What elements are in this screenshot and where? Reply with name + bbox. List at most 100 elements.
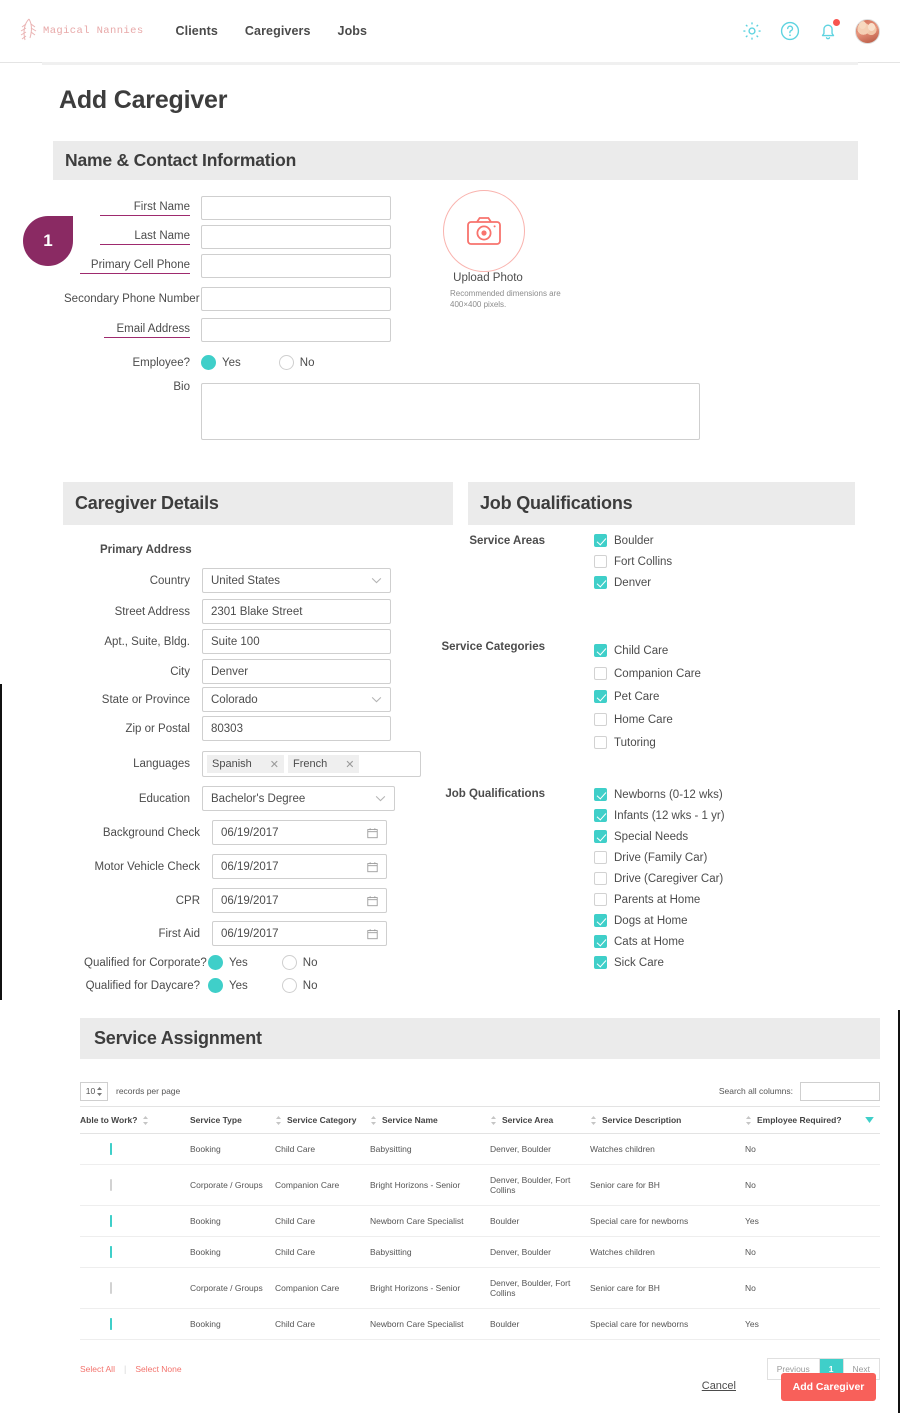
checkbox-newborns[interactable] (594, 788, 607, 801)
cell-able-to-work[interactable] (80, 1308, 190, 1340)
col-able-to-work[interactable]: Able to Work? (80, 1106, 190, 1134)
checkbox-tutoring[interactable] (594, 736, 607, 749)
table-row[interactable]: Booking Child Care Newborn Care Speciali… (80, 1308, 880, 1340)
checkbox-fort-collins[interactable] (594, 555, 607, 568)
gear-icon[interactable] (741, 20, 763, 42)
checkbox-item[interactable]: Home Care (594, 713, 701, 726)
background-check-date-input[interactable]: 06/19/2017 (212, 820, 387, 845)
primary-cell-phone-input[interactable] (201, 254, 391, 278)
checkbox-item[interactable]: Drive (Caregiver Car) (594, 872, 725, 885)
zip-or-postal-input[interactable]: 80303 (202, 716, 391, 741)
checkbox-item[interactable]: Drive (Family Car) (594, 851, 725, 864)
first-aid-date-input[interactable]: 06/19/2017 (212, 921, 387, 946)
checkbox-drive-family-car[interactable] (594, 851, 607, 864)
city-input[interactable]: Denver (202, 659, 391, 684)
checkbox-dogs-at-home[interactable] (594, 914, 607, 927)
checkbox-item[interactable]: Special Needs (594, 830, 725, 843)
cancel-button[interactable]: Cancel (702, 1380, 736, 1392)
row-checkbox[interactable] (110, 1282, 112, 1294)
table-row[interactable]: Booking Child Care Babysitting Denver, B… (80, 1133, 880, 1165)
checkbox-item[interactable]: Companion Care (594, 667, 701, 680)
first-name-input[interactable] (201, 196, 391, 220)
qualified-daycare-radio-no[interactable]: No (281, 978, 317, 993)
checkbox-item[interactable]: Tutoring (594, 736, 701, 749)
checkbox-companion-care[interactable] (594, 667, 607, 680)
apt-suite-bldg-input[interactable]: Suite 100 (202, 629, 391, 654)
cpr-date-input[interactable]: 06/19/2017 (212, 888, 387, 913)
languages-tag-input[interactable]: Spanish ✕ French ✕ (202, 751, 421, 777)
col-service-category[interactable]: Service Category (275, 1106, 370, 1134)
checkbox-special-needs[interactable] (594, 830, 607, 843)
bell-icon[interactable] (817, 19, 840, 42)
checkbox-child-care[interactable] (594, 644, 607, 657)
checkbox-item[interactable]: Pet Care (594, 690, 701, 703)
state-select[interactable]: Colorado (202, 687, 391, 712)
search-input[interactable] (800, 1081, 880, 1101)
upload-photo-button[interactable] (443, 190, 525, 272)
employee-radio-no[interactable]: No (278, 355, 314, 370)
nav-item-clients[interactable]: Clients (176, 24, 218, 38)
add-caregiver-button[interactable]: Add Caregiver (781, 1373, 876, 1401)
checkbox-pet-care[interactable] (594, 690, 607, 703)
bio-textarea[interactable] (201, 383, 700, 440)
checkbox-infants[interactable] (594, 809, 607, 822)
col-service-area[interactable]: Service Area (490, 1106, 590, 1134)
checkbox-sick-care[interactable] (594, 956, 607, 969)
nav-item-jobs[interactable]: Jobs (338, 24, 368, 38)
avatar[interactable] (855, 18, 880, 44)
checkbox-item[interactable]: Fort Collins (594, 555, 672, 568)
col-service-type[interactable]: Service Type (190, 1106, 275, 1134)
table-row[interactable]: Booking Child Care Newborn Care Speciali… (80, 1205, 880, 1237)
checkbox-item[interactable]: Denver (594, 576, 672, 589)
checkbox-boulder[interactable] (594, 534, 607, 547)
checkbox-home-care[interactable] (594, 713, 607, 726)
row-checkbox[interactable] (110, 1246, 112, 1258)
checkbox-parents-at-home[interactable] (594, 893, 607, 906)
cell-able-to-work[interactable] (80, 1236, 190, 1268)
remove-tag-icon[interactable]: ✕ (270, 758, 279, 771)
checkbox-item[interactable]: Newborns (0-12 wks) (594, 788, 725, 801)
qualified-daycare-radio-yes[interactable]: Yes (208, 978, 248, 993)
row-checkbox[interactable] (110, 1318, 112, 1330)
checkbox-item[interactable]: Cats at Home (594, 935, 725, 948)
street-address-input[interactable]: 2301 Blake Street (202, 599, 391, 624)
remove-tag-icon[interactable]: ✕ (345, 758, 354, 771)
table-row[interactable]: Corporate / Groups Companion Care Bright… (80, 1164, 880, 1206)
cell-able-to-work[interactable] (80, 1164, 190, 1206)
qualified-corporate-radio-no[interactable]: No (281, 955, 317, 970)
row-checkbox[interactable] (110, 1215, 112, 1227)
checkbox-item[interactable]: Dogs at Home (594, 914, 725, 927)
employee-radio-yes[interactable]: Yes (201, 355, 241, 370)
col-employee-required[interactable]: Employee Required? (745, 1106, 880, 1134)
question-circle-icon[interactable] (779, 20, 801, 42)
row-checkbox[interactable] (110, 1179, 112, 1191)
country-select[interactable]: United States (202, 568, 391, 593)
cell-able-to-work[interactable] (80, 1205, 190, 1237)
checkbox-item[interactable]: Parents at Home (594, 893, 725, 906)
table-row[interactable]: Corporate / Groups Companion Care Bright… (80, 1267, 880, 1309)
table-row[interactable]: Booking Child Care Babysitting Denver, B… (80, 1236, 880, 1268)
language-tag[interactable]: Spanish ✕ (207, 755, 284, 773)
checkbox-denver[interactable] (594, 576, 607, 589)
last-name-input[interactable] (201, 225, 391, 249)
checkbox-drive-caregiver-car[interactable] (594, 872, 607, 885)
nav-item-caregivers[interactable]: Caregivers (245, 24, 311, 38)
checkbox-item[interactable]: Infants (12 wks - 1 yr) (594, 809, 725, 822)
cell-able-to-work[interactable] (80, 1267, 190, 1309)
brand-logo[interactable]: Magical Nannies (18, 16, 144, 46)
records-per-page-select[interactable]: 10 (80, 1081, 108, 1101)
secondary-phone-input[interactable] (201, 287, 391, 311)
qualified-corporate-radio-yes[interactable]: Yes (208, 955, 248, 970)
row-checkbox[interactable] (110, 1143, 112, 1155)
col-service-description[interactable]: Service Description (590, 1106, 745, 1134)
cell-able-to-work[interactable] (80, 1133, 190, 1165)
email-address-input[interactable] (201, 318, 391, 342)
motor-vehicle-check-date-input[interactable]: 06/19/2017 (212, 854, 387, 879)
checkbox-cats-at-home[interactable] (594, 935, 607, 948)
select-none-link[interactable]: Select None (135, 1364, 181, 1374)
select-all-link[interactable]: Select All (80, 1364, 115, 1374)
language-tag[interactable]: French ✕ (287, 755, 360, 773)
checkbox-item[interactable]: Boulder (594, 534, 672, 547)
filter-caret-icon[interactable] (865, 1117, 874, 1123)
checkbox-item[interactable]: Child Care (594, 644, 701, 657)
